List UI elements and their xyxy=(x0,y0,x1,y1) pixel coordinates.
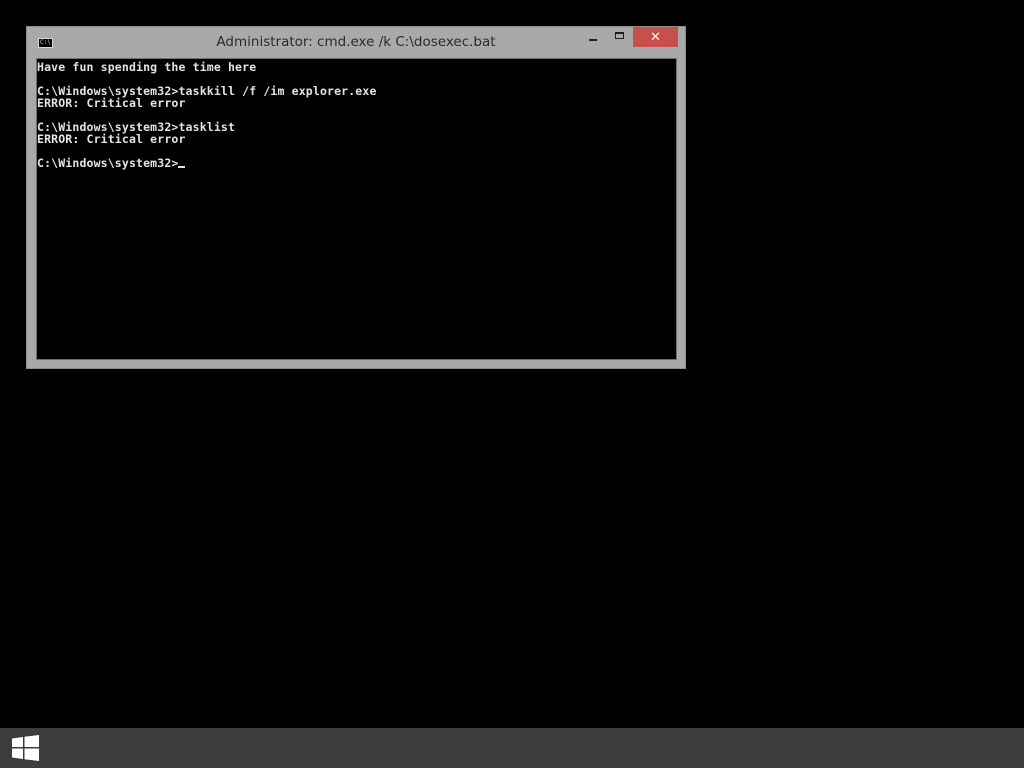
console-prompt-line[interactable]: C:\Windows\system32> xyxy=(37,157,676,169)
maximize-button[interactable] xyxy=(606,27,633,47)
text-cursor xyxy=(178,166,186,168)
console-output[interactable]: Have fun spending the time here C:\Windo… xyxy=(36,58,677,360)
maximize-icon xyxy=(615,31,624,39)
start-button[interactable] xyxy=(0,728,50,768)
console-window[interactable]: C:\. Administrator: cmd.exe /k C:\dosexe… xyxy=(26,26,686,369)
minimize-button[interactable] xyxy=(579,27,606,47)
taskbar xyxy=(0,728,1024,768)
console-line: ERROR: Critical error xyxy=(37,96,186,110)
title-bar[interactable]: C:\. Administrator: cmd.exe /k C:\dosexe… xyxy=(27,27,685,57)
console-line: ERROR: Critical error xyxy=(37,132,186,146)
close-button[interactable]: ✕ xyxy=(633,27,678,47)
desktop: C:\. Administrator: cmd.exe /k C:\dosexe… xyxy=(0,0,1024,728)
close-icon: ✕ xyxy=(650,29,661,45)
console-line: Have fun spending the time here xyxy=(37,60,257,74)
console-prompt: C:\Windows\system32> xyxy=(37,156,179,170)
windows-logo-icon xyxy=(12,735,39,761)
minimize-icon xyxy=(588,38,597,41)
